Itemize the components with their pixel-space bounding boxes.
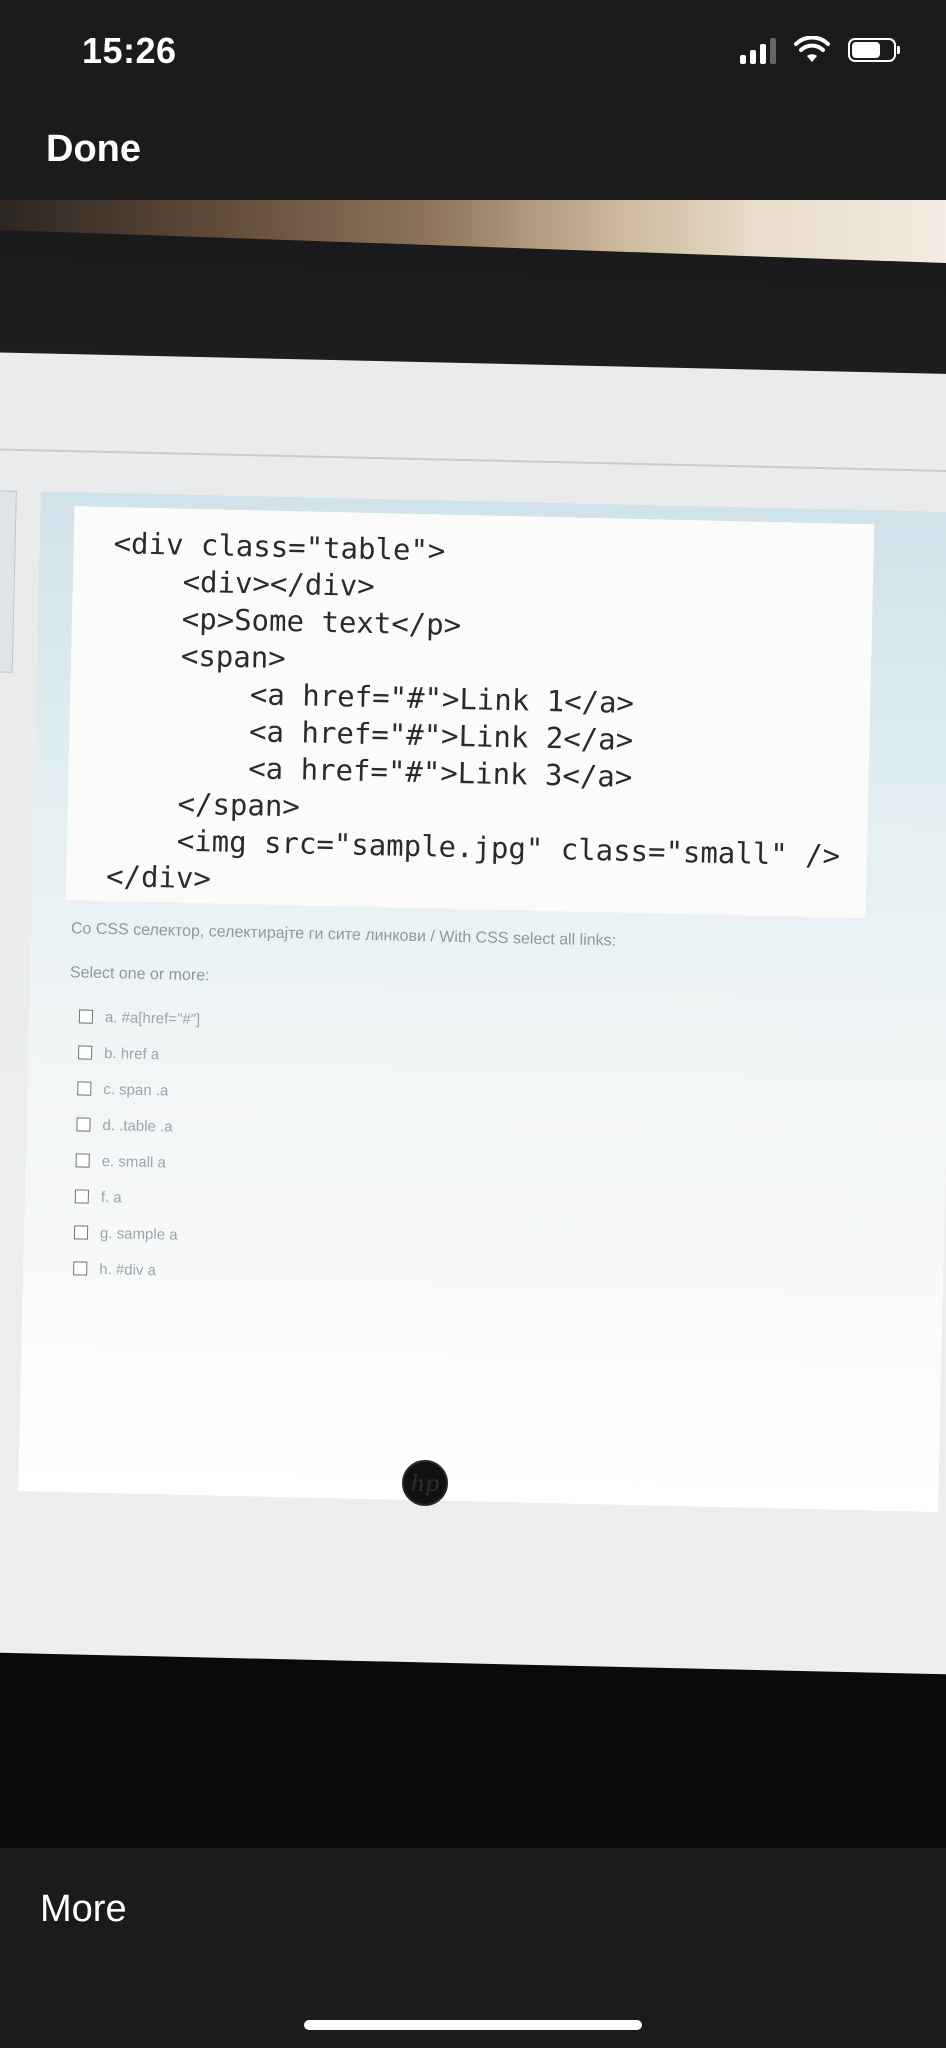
more-button[interactable]: More [40,1888,127,1931]
answer-options: a. #a[href="#"] b. href a c. span .a d. .ta… [73,998,201,1289]
answer-option[interactable]: e. small a [75,1142,197,1181]
answer-option[interactable]: h. #div a [73,1250,195,1289]
question-text: Со CSS селектор, селектирајте ги сите ли… [70,920,617,950]
photo-viewer: <div class="table"> <div></div> <p>Some … [0,200,946,1848]
battery-level [852,42,880,58]
answer-option-label: h. #div a [99,1260,157,1279]
answer-checkbox[interactable] [77,1045,93,1060]
answer-option[interactable]: d. .table .a [76,1106,198,1145]
answer-checkbox[interactable] [73,1225,89,1240]
wifi-icon [794,36,830,62]
answer-option[interactable]: b. href a [77,1034,200,1073]
home-indicator [304,2020,642,2030]
answer-checkbox[interactable] [75,1153,90,1168]
answer-checkbox[interactable] [77,1081,92,1096]
answer-option-label: e. small a [101,1152,167,1171]
done-button[interactable]: Done [46,128,141,171]
code-snippet: <div class="table"> <div></div> <p>Some … [106,525,848,912]
answer-option-label: b. href a [103,1044,160,1063]
answer-option-label: c. span .a [103,1080,169,1099]
select-label: Select one or more: [69,964,210,985]
laptop-screen: <div class="table"> <div></div> <p>Some … [0,352,946,1675]
answer-checkbox[interactable] [78,1009,94,1024]
answer-option[interactable]: c. span .a [77,1070,199,1109]
answer-checkbox[interactable] [74,1189,90,1204]
answer-option[interactable]: g. sample a [73,1214,196,1253]
answer-option-label: g. sample a [99,1224,178,1244]
code-box: <div class="table"> <div></div> <p>Some … [65,506,875,919]
nav-bar: Done [0,100,946,200]
answer-option[interactable]: a. #a[href="#"] [78,998,201,1037]
hp-logo: hp [402,1460,448,1506]
answer-option-label: d. .table .a [102,1116,173,1136]
bottom-bar: More [0,1848,946,2048]
answer-option-label: f. a [100,1188,122,1206]
answer-checkbox[interactable] [76,1117,91,1132]
status-bar: 15:26 [0,0,946,100]
battery-icon [848,38,900,62]
side-tab [0,490,17,673]
quiz-panel: <div class="table"> <div></div> <p>Some … [18,491,946,1513]
status-time: 15:26 [82,30,177,71]
answer-option-label: a. #a[href="#"] [104,1008,201,1028]
screen-divider [0,447,946,473]
cellular-signal-icon [740,36,776,64]
status-icons [740,36,900,64]
answer-checkbox[interactable] [73,1261,88,1276]
answer-option[interactable]: f. a [74,1178,196,1217]
